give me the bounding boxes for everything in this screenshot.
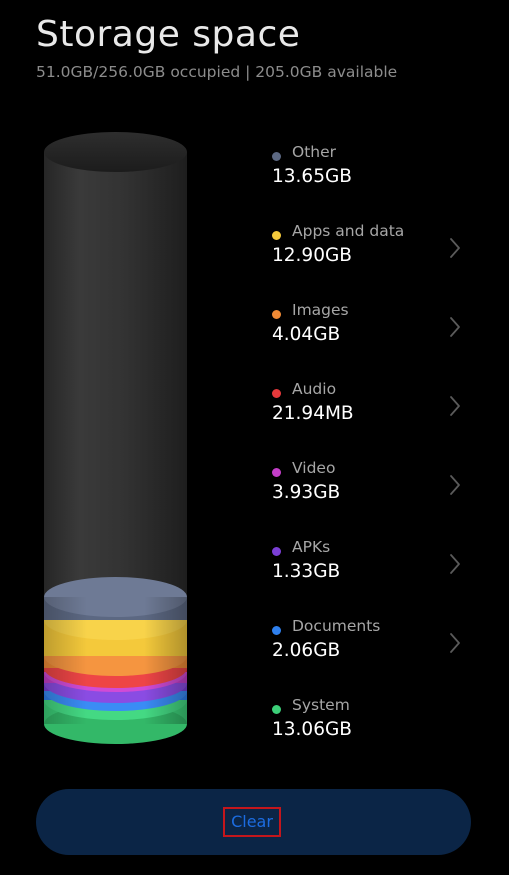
legend-item-audio[interactable]: Audio 21.94MB (272, 380, 472, 444)
chevron-right-icon (450, 317, 460, 337)
chevron-right-icon (450, 633, 460, 653)
clear-button-label[interactable]: Clear (223, 807, 281, 837)
category-size: 2.06GB (272, 640, 341, 661)
category-dot (272, 310, 281, 319)
legend-item-other: Other 13.65GB (272, 143, 472, 207)
category-size: 21.94MB (272, 403, 354, 424)
chevron-right-icon (450, 238, 460, 258)
legend-item-documents[interactable]: Documents 2.06GB (272, 617, 472, 681)
category-dot (272, 705, 281, 714)
chevron-right-icon (450, 554, 460, 574)
free-space-top (44, 132, 187, 172)
category-dot (272, 152, 281, 161)
category-label: Other (292, 143, 337, 161)
category-dot (272, 626, 281, 635)
category-dot (272, 547, 281, 556)
legend-item-images[interactable]: Images 4.04GB (272, 301, 472, 365)
category-size: 1.33GB (272, 561, 341, 582)
category-dot (272, 231, 281, 240)
chevron-right-icon (450, 396, 460, 416)
category-label: System (292, 696, 350, 714)
category-label: Documents (292, 617, 381, 635)
category-dot (272, 389, 281, 398)
legend-item-apks[interactable]: APKs 1.33GB (272, 538, 472, 602)
category-size: 12.90GB (272, 245, 352, 266)
category-size: 4.04GB (272, 324, 341, 345)
storage-cylinder (44, 132, 187, 744)
storage-legend: Other 13.65GB Apps and data 12.90GB Imag… (272, 0, 509, 875)
category-label: Images (292, 301, 349, 319)
category-size: 3.93GB (272, 482, 341, 503)
category-label: Apps and data (292, 222, 405, 240)
page-title: Storage space (36, 14, 301, 55)
category-label: Audio (292, 380, 337, 398)
legend-item-apps-and-data[interactable]: Apps and data 12.90GB (272, 222, 472, 286)
legend-item-system: System 13.06GB (272, 696, 472, 760)
category-label: Video (292, 459, 336, 477)
chevron-right-icon (450, 475, 460, 495)
free-space-body (44, 152, 187, 597)
legend-item-video[interactable]: Video 3.93GB (272, 459, 472, 523)
category-dot (272, 468, 281, 477)
category-size: 13.06GB (272, 719, 352, 740)
category-size: 13.65GB (272, 166, 352, 187)
category-label: APKs (292, 538, 331, 556)
